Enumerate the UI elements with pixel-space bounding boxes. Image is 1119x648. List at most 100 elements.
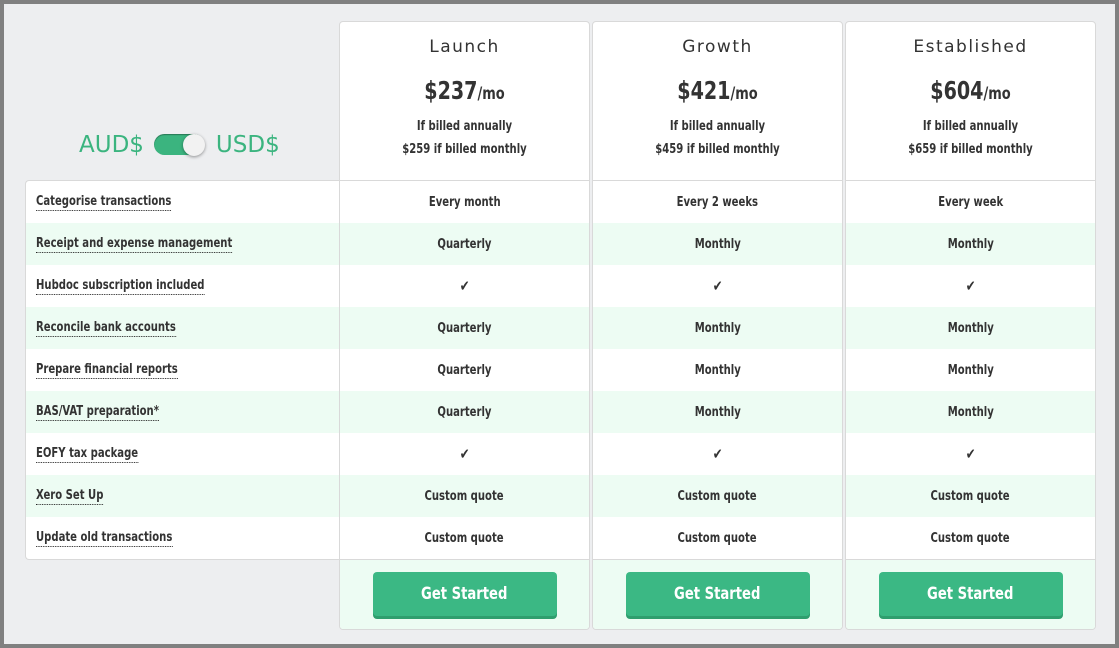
feature-label[interactable]: Receipt and expense management <box>36 236 233 253</box>
plan-feature-cell: Monthly <box>593 223 842 265</box>
get-started-label: Get Started <box>674 584 761 604</box>
plan-card-launch: Launch $237/mo If billed annually $259 if b… <box>339 21 590 630</box>
plan-feature-cell: Every week <box>846 181 1095 223</box>
plan-feature-cell: Quarterly <box>340 391 589 433</box>
toggle-knob[interactable] <box>182 134 205 156</box>
feature-row: Hubdoc subscription included <box>26 265 342 307</box>
plan-feature-cell: ✔ <box>593 433 842 475</box>
feature-label[interactable]: Reconcile bank accounts <box>36 320 176 337</box>
check-icon: ✔ <box>965 277 976 295</box>
currency-usd-label[interactable]: USD$ <box>216 132 280 158</box>
plan-footer: Get Started <box>846 559 1095 629</box>
plan-header: Growth $421/mo If billed annually $459 if b… <box>593 22 842 181</box>
currency-aud-label[interactable]: AUD$ <box>79 132 144 158</box>
get-started-button[interactable]: Get Started <box>625 572 810 616</box>
plan-feature-cell: Every month <box>340 181 589 223</box>
check-icon: ✔ <box>712 445 723 463</box>
plan-feature-value: Every month <box>428 194 501 210</box>
plan-feature-cell: Monthly <box>846 391 1095 433</box>
plan-feature-value: Monthly <box>947 362 994 378</box>
pricing-page: AUD$ USD$ Categorise transactions Receipt… <box>4 4 1115 644</box>
plan-feature-cell: Custom quote <box>340 517 589 559</box>
feature-label[interactable]: BAS/VAT preparation* <box>36 404 159 421</box>
plan-feature-value: Quarterly <box>437 362 492 378</box>
billing-annual-note: If billed annually <box>922 119 1019 134</box>
plan-feature-value: Monthly <box>947 404 994 420</box>
feature-label[interactable]: EOFY tax package <box>36 446 139 463</box>
check-icon: ✔ <box>965 445 976 463</box>
plan-price: $604/mo <box>865 76 1077 105</box>
currency-toggle-switch[interactable] <box>153 134 206 156</box>
billing-note: If billed annually $459 if billed monthly <box>610 115 824 161</box>
plan-feature-cell: Quarterly <box>340 223 589 265</box>
feature-label[interactable]: Categorise transactions <box>36 194 172 211</box>
feature-row: Reconcile bank accounts <box>26 307 342 349</box>
plan-feature-cell: Monthly <box>846 223 1095 265</box>
plan-feature-cell: Monthly <box>593 391 842 433</box>
get-started-button[interactable]: Get Started <box>372 572 557 616</box>
plan-feature-cell: Monthly <box>846 349 1095 391</box>
plan-feature-value: Quarterly <box>437 404 492 420</box>
billing-monthly-note: $459 if billed monthly <box>655 142 780 157</box>
feature-row: Receipt and expense management <box>26 223 342 265</box>
get-started-button[interactable]: Get Started <box>878 572 1063 616</box>
plan-footer: Get Started <box>340 559 589 629</box>
feature-label[interactable]: Prepare financial reports <box>36 362 178 379</box>
billing-monthly-note: $259 if billed monthly <box>402 142 527 157</box>
billing-monthly-note: $659 if billed monthly <box>908 142 1033 157</box>
feature-row: Prepare financial reports <box>26 349 342 391</box>
check-icon: ✔ <box>712 277 723 295</box>
plan-price: $421/mo <box>612 76 824 105</box>
plan-feature-cell: Every 2 weeks <box>593 181 842 223</box>
plan-feature-value: Monthly <box>694 236 741 252</box>
plan-name: Established <box>913 37 1028 57</box>
plan-feature-cell: ✔ <box>340 433 589 475</box>
plan-feature-value: Monthly <box>947 236 994 252</box>
price-period: /mo <box>730 84 758 104</box>
plan-feature-value: Quarterly <box>437 320 492 336</box>
feature-row: EOFY tax package <box>26 433 342 475</box>
feature-label[interactable]: Update old transactions <box>36 530 173 547</box>
feature-row: BAS/VAT preparation* <box>26 391 342 433</box>
plan-feature-cell: Custom quote <box>846 517 1095 559</box>
price-amount: $604 <box>930 76 984 105</box>
plan-price: $237/mo <box>359 76 571 105</box>
plan-feature-cell: Custom quote <box>593 517 842 559</box>
get-started-label: Get Started <box>927 584 1014 604</box>
price-amount: $237 <box>424 76 478 105</box>
billing-note: If billed annually $259 if billed monthly <box>357 115 571 161</box>
plan-feature-cell: ✔ <box>340 265 589 307</box>
plan-feature-value: Monthly <box>947 320 994 336</box>
plan-feature-cell: ✔ <box>593 265 842 307</box>
feature-row: Categorise transactions <box>26 181 342 223</box>
currency-toggle-group: AUD$ USD$ <box>79 132 280 158</box>
plan-feature-cell: Custom quote <box>846 475 1095 517</box>
feature-label[interactable]: Xero Set Up <box>36 488 104 505</box>
plan-feature-value: Custom quote <box>930 530 1011 546</box>
plan-feature-cell: Quarterly <box>340 307 589 349</box>
plan-header: Launch $237/mo If billed annually $259 if b… <box>340 22 589 181</box>
check-icon: ✔ <box>459 445 470 463</box>
plan-card-established: Established $604/mo If billed annually $659… <box>845 21 1096 630</box>
plan-feature-cell: ✔ <box>846 265 1095 307</box>
plan-feature-value: Custom quote <box>677 488 758 504</box>
price-period: /mo <box>477 84 505 104</box>
plan-feature-value: Every 2 weeks <box>676 194 759 210</box>
plan-feature-value: Custom quote <box>677 530 758 546</box>
plan-feature-cell: ✔ <box>846 433 1095 475</box>
plan-feature-value: Quarterly <box>437 236 492 252</box>
plan-feature-cell: Custom quote <box>340 475 589 517</box>
feature-label[interactable]: Hubdoc subscription included <box>36 278 205 295</box>
plan-feature-cell: Monthly <box>593 307 842 349</box>
plan-header: Established $604/mo If billed annually $659… <box>846 22 1095 181</box>
feature-list: Categorise transactions Receipt and expen… <box>25 180 342 560</box>
price-period: /mo <box>983 84 1011 104</box>
plan-feature-value: Monthly <box>694 362 741 378</box>
plan-card-growth: Growth $421/mo If billed annually $459 if b… <box>592 21 843 630</box>
billing-annual-note: If billed annually <box>669 119 766 134</box>
plan-feature-value: Monthly <box>694 404 741 420</box>
plan-feature-value: Custom quote <box>424 530 505 546</box>
check-icon: ✔ <box>459 277 470 295</box>
plan-feature-value: Every week <box>938 194 1003 210</box>
get-started-label: Get Started <box>421 584 508 604</box>
